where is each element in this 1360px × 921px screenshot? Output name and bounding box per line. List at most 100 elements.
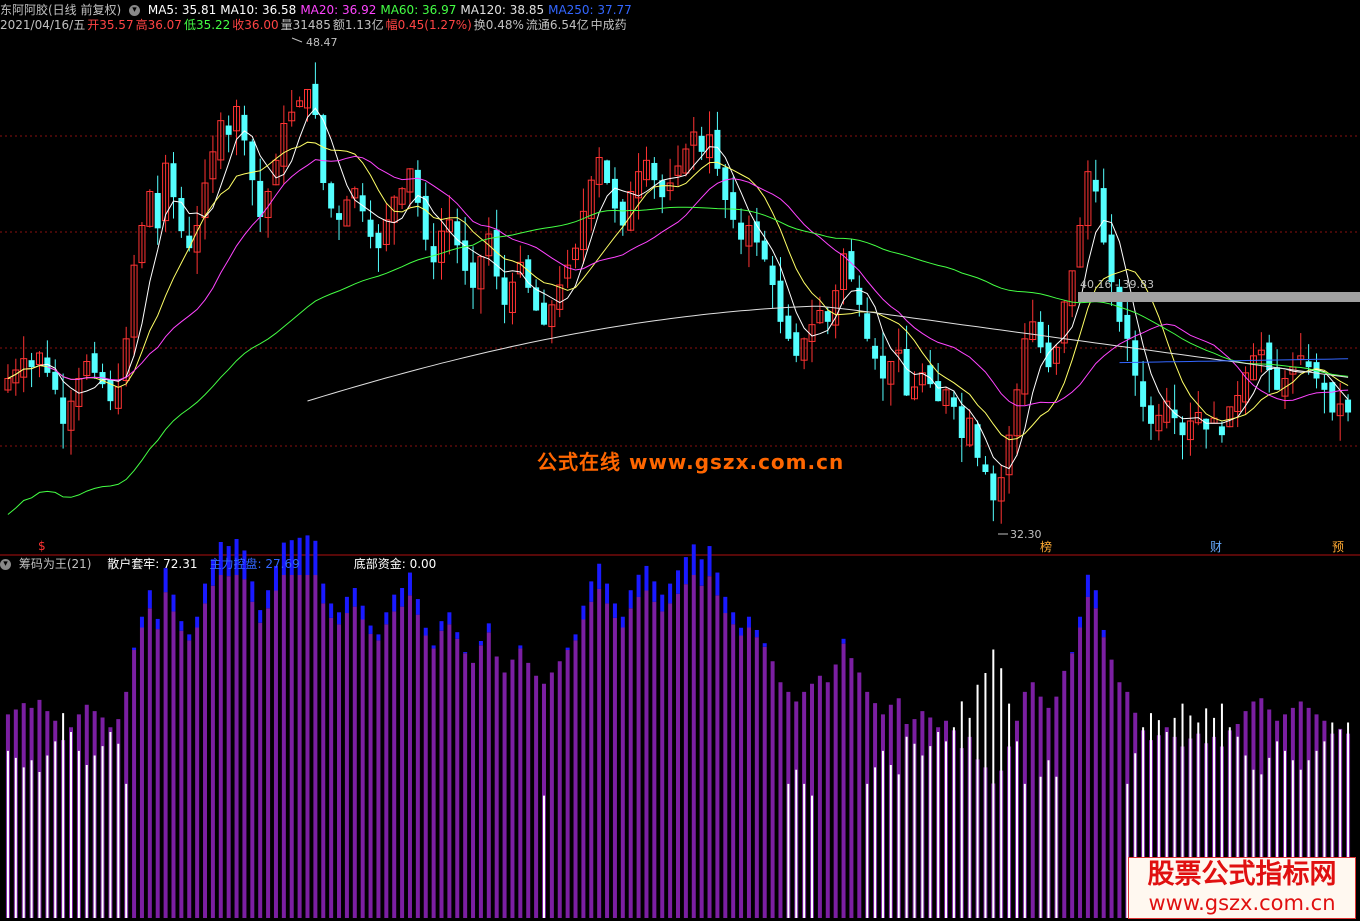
ma-value-0: MA5: 35.81 (147, 3, 217, 17)
candle-body-77 (611, 178, 618, 209)
candle-body-93 (738, 222, 745, 240)
candle-body-144 (1140, 381, 1147, 407)
indicator-value-2: 底部资金: 0.00 (353, 557, 437, 571)
info-10: 中成药 (590, 18, 627, 32)
candle-body-3 (28, 360, 35, 368)
watermark-corner-title: 股票公式指标网 (1147, 859, 1337, 890)
candle-body-7 (60, 397, 67, 424)
candle-body-66 (525, 259, 532, 288)
ma-value-3: MA60: 36.97 (380, 3, 457, 17)
candle-body-32 (257, 180, 264, 217)
candle-body-154 (1218, 426, 1225, 436)
range-label: 40.16 - 39.83 (1080, 278, 1154, 291)
candle-body-76 (604, 160, 611, 183)
high-pointer (291, 37, 303, 43)
watermark-corner-url: www.gszx.com.cn (1148, 891, 1336, 915)
candle-body-41 (328, 183, 335, 209)
candle-body-82 (651, 162, 658, 181)
candle-body-142 (1124, 314, 1131, 339)
candle-body-167 (1321, 382, 1328, 390)
indicator-values: 散户套牢: 72.31 主力控盘: 27.69 底部资金: 0.00 (99, 557, 440, 571)
candle-body-63 (501, 277, 508, 305)
ma-value-4: MA120: 38.85 (460, 3, 545, 17)
info-8: 换0.48% (473, 18, 524, 32)
candle-body-96 (761, 240, 768, 260)
low-label: 32.30 (1010, 528, 1042, 541)
ma-value-5: MA250: 37.77 (548, 3, 632, 17)
candle-body-139 (1100, 188, 1107, 243)
candle-body-78 (619, 201, 626, 226)
marker-2: 财 (1210, 540, 1222, 554)
candle-body-152 (1203, 418, 1210, 430)
ma-values: MA5: 35.81 MA10: 36.58 MA20: 36.92 MA60: 36… (148, 3, 636, 17)
candle-body-31 (249, 141, 256, 181)
price-range-band (1078, 292, 1360, 302)
candle-body-100 (793, 332, 800, 356)
candle-body-120 (950, 397, 957, 407)
candle-body-109 (864, 313, 871, 339)
indicator-value-0: 散户套牢: 72.31 (107, 557, 198, 571)
price-grid (0, 135, 1360, 556)
watermark-corner[interactable]: 股票公式指标网 www.gszx.com.cn (1128, 857, 1356, 919)
candle-body-68 (540, 302, 547, 325)
info-4: 收36.00 (232, 18, 279, 32)
candle-body-149 (1179, 422, 1186, 436)
candle-body-121 (958, 406, 965, 438)
high-label: 48.47 (306, 36, 338, 49)
info-7: 幅0.45(1.27%) (385, 18, 472, 32)
candle-body-98 (777, 280, 784, 322)
info-2: 高36.07 (135, 18, 182, 32)
candle-body-45 (359, 195, 366, 212)
candle-body-46 (367, 219, 374, 237)
indicator-menu-icon[interactable]: ▾ (0, 559, 11, 570)
info-3: 低35.22 (183, 18, 231, 32)
info-1: 开35.57 (87, 18, 134, 32)
candle-body-83 (659, 180, 666, 198)
info-9: 流通6.54亿 (525, 18, 589, 32)
marker-1: 榜 (1040, 539, 1052, 554)
candle-body-99 (785, 315, 792, 339)
ma-value-2: MA20: 36.92 (300, 3, 377, 17)
marker-0: $ (38, 539, 46, 553)
indicator-value-1: 主力控盘: 27.69 (209, 557, 300, 571)
ma-legend: 东阿阿胶(日线 前复权) ▾ MA5: 35.81 MA10: 36.58 MA20… (0, 2, 640, 18)
candle-body-54 (430, 246, 437, 263)
candle-body-160 (1266, 342, 1273, 370)
stock-name[interactable]: 东阿阿胶(日线 前复权) (0, 3, 121, 17)
candle-body-165 (1305, 361, 1312, 368)
candle-body-91 (722, 167, 729, 200)
candle-body-138 (1092, 179, 1099, 192)
candle-body-28 (225, 125, 232, 135)
ohlc-info: 2021/04/16/五 开35.57 高36.07 低35.22 收36.00 量314… (0, 17, 629, 33)
candle-body-124 (982, 464, 989, 472)
candle-body-143 (1132, 340, 1139, 376)
candle-body-30 (241, 114, 248, 141)
candle-body-19 (154, 192, 161, 229)
candle-body-23 (186, 235, 193, 249)
candle-body-123 (974, 424, 981, 458)
candle-body-6 (52, 371, 59, 390)
candle-body-110 (872, 345, 879, 359)
candle-body-88 (698, 135, 705, 152)
info-6: 额1.13亿 (332, 18, 384, 32)
candle-body-92 (730, 192, 737, 220)
candle-body-125 (990, 473, 997, 501)
candle-body-11 (91, 353, 98, 373)
info-5: 量31485 (280, 18, 331, 32)
candle-body-161 (1274, 367, 1281, 390)
candle-body-114 (903, 348, 910, 396)
candle-body-47 (375, 232, 382, 249)
candle-body-104 (824, 311, 831, 322)
candle-body-145 (1147, 405, 1154, 424)
candle-body-170 (1345, 399, 1352, 413)
watermark-center: 公式在线 www.gszx.com.cn (537, 450, 845, 474)
settings-icon[interactable]: ▾ (129, 5, 141, 16)
indicator-legend: ▾ 筹码为王(21) 散户套牢: 72.31 主力控盘: 27.69 底部资金: 0… (0, 556, 444, 572)
candle-body-59 (470, 262, 477, 288)
candle-body-132 (1045, 342, 1052, 368)
indicator-name[interactable]: 筹码为王(21) (19, 557, 92, 571)
candle-body-42 (336, 213, 343, 220)
info-0: 2021/04/16/五 (0, 18, 86, 32)
candle-body-97 (769, 265, 776, 285)
candle-body-111 (879, 355, 886, 379)
